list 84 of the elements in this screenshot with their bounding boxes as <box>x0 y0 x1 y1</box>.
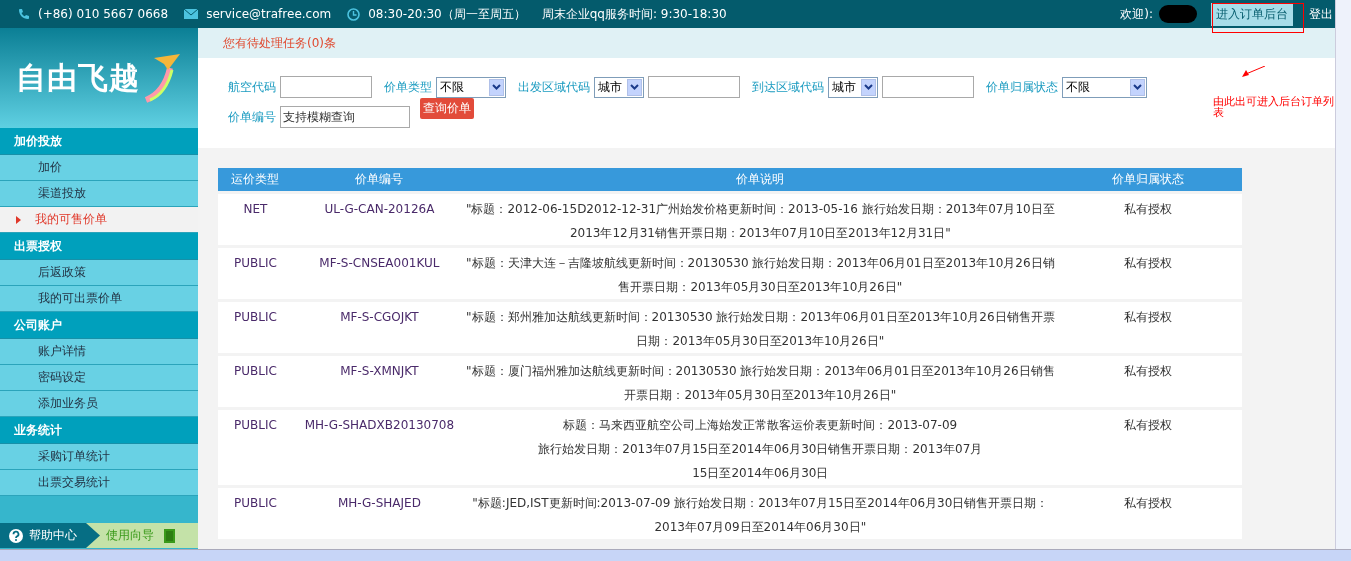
menu-item[interactable]: 我的可出票价单 <box>0 286 198 312</box>
input-field[interactable]: 支持模糊查询 <box>280 106 410 128</box>
table-cell: UL-G-CAN-20126A <box>324 202 435 216</box>
column-header: 运价类型 <box>218 168 293 191</box>
phone-icon <box>18 8 30 20</box>
menu-item[interactable]: 后返政策 <box>0 260 198 286</box>
table-cell: PUBLIC <box>234 418 277 432</box>
search-button[interactable]: 查询价单 <box>420 98 474 119</box>
table-cell: 私有授权 <box>1124 256 1173 270</box>
logo-text: 自由飞越 <box>16 58 140 97</box>
column-header: 价单归属状态 <box>1054 168 1242 191</box>
description-line: 15日至2014年06月30日 <box>691 465 830 482</box>
table-cell: PUBLIC <box>234 364 277 378</box>
table-cell: PUBLIC <box>234 256 277 270</box>
description-line: "标题：天津大连－吉隆坡航线更新时间：20130530 旅行始发日期：2013年06月01日至2013年10月26日销 <box>465 255 1055 272</box>
table-cell: 私有授权 <box>1124 364 1173 378</box>
filter-label: 价单归属状态 <box>986 78 1058 96</box>
help-icon <box>9 528 23 543</box>
table-cell: MH-G-SHADXB20130708 <box>304 418 455 432</box>
table-cell: PUBLIC <box>234 496 277 510</box>
menu-item[interactable]: 账户详情 <box>0 339 198 365</box>
envelope-icon <box>184 9 199 19</box>
description-line: 2013年12月31销售开票日期：2013年07月10日至2013年12月31日" <box>568 225 952 242</box>
phone-number: (+86) 010 5667 0668 <box>38 7 169 21</box>
input-field[interactable] <box>882 76 974 98</box>
dropdown[interactable]: 城市 <box>828 76 878 98</box>
table-cell: NET <box>243 202 268 216</box>
menu-item[interactable]: 密码设定 <box>0 365 198 391</box>
table-cell: MF-S-CNSEA001KUL <box>319 256 440 270</box>
menu-item[interactable]: 出票交易统计 <box>0 470 198 496</box>
annotation-arrow <box>1240 66 1268 78</box>
annotation-text: 由此出可进入后台订单列表 <box>1213 96 1334 118</box>
chevron-down-icon <box>864 84 873 90</box>
help-center-link[interactable]: 帮助中心 <box>0 523 100 548</box>
pending-tasks-notice: 您有待处理任务(0)条 <box>223 34 336 52</box>
filter-label: 价单编号 <box>228 108 276 126</box>
description-line: "标题:JED,IST更新时间:2013-07-09 旅行始发日期：2013年07月15日至2014年06月30日销售开票日期： <box>471 495 1050 512</box>
filter-label: 出发区域代码 <box>518 78 590 96</box>
column-header: 价单说明 <box>465 168 1055 191</box>
email-address: service@trafree.com <box>206 7 332 21</box>
description-line: "标题：厦门福州雅加达航线更新时间：20130530 旅行始发日期：2013年06月01日至2013年10月26日销售 <box>465 363 1055 380</box>
menu-item[interactable]: 添加业务员 <box>0 391 198 417</box>
table-cell: MF-S-CGOJKT <box>340 310 419 324</box>
menu-item[interactable]: 采购订单统计 <box>0 444 198 470</box>
description-line: 开票日期：2013年05月30日至2013年10月26日" <box>623 387 898 404</box>
book-icon <box>164 528 175 543</box>
table-cell: 私有授权 <box>1124 496 1173 510</box>
table-cell: MF-S-XMNJKT <box>340 364 419 378</box>
table-cell: 私有授权 <box>1124 418 1173 432</box>
description-line: 售开票日期：2013年05月30日至2013年10月26日" <box>617 279 904 296</box>
input-field[interactable] <box>280 76 372 98</box>
redaction-mark <box>1159 5 1197 23</box>
backend-button[interactable]: 进入订单后台 <box>1211 2 1293 26</box>
chevron-down-icon <box>492 84 501 90</box>
menu-item[interactable]: 我的可售价单 <box>0 207 198 233</box>
input-field[interactable] <box>648 76 740 98</box>
filter-label: 到达区域代码 <box>752 78 824 96</box>
filter-label: 航空代码 <box>228 78 276 96</box>
description-line: 2013年07月09日至2014年06月30日" <box>653 519 868 536</box>
menu-item[interactable]: 渠道投放 <box>0 181 198 207</box>
logout-link[interactable]: 登出 <box>1309 5 1333 23</box>
menu-item[interactable]: 加价 <box>0 155 198 181</box>
column-header: 价单编号 <box>292 168 466 191</box>
description-line: 日期：2013年05月30日至2013年10月26日" <box>635 333 886 350</box>
paper-plane-drawing <box>142 52 182 104</box>
dropdown[interactable]: 不限 <box>436 76 506 98</box>
filter-label: 价单类型 <box>384 78 432 96</box>
dropdown[interactable]: 城市 <box>594 76 644 98</box>
table-cell: MH-G-SHAJED <box>337 496 421 510</box>
table-cell: 私有授权 <box>1124 310 1173 324</box>
table-cell: PUBLIC <box>234 310 277 324</box>
dropdown[interactable]: 不限 <box>1062 76 1147 98</box>
chevron-down-icon <box>630 84 639 90</box>
description-line: 旅行始发日期：2013年07月15日至2014年06月30日销售开票日期：2013年07月 <box>537 441 984 458</box>
weekend-hours: 周末企业qq服务时间: 9:30-18:30 <box>541 5 727 23</box>
welcome-text: 欢迎): <box>1120 5 1153 23</box>
table-cell: 私有授权 <box>1124 202 1173 216</box>
chevron-down-icon <box>1133 84 1142 90</box>
description-line: "标题：郑州雅加达航线更新时间：20130530 旅行始发日期：2013年06月01日至2013年10月26日销售开票 <box>465 309 1055 326</box>
description-line: 标题：马来西亚航空公司上海始发正常散客运价表更新时间：2013-07-09 <box>562 417 959 434</box>
triangle-icon <box>16 215 21 224</box>
clock-icon <box>347 7 361 21</box>
description-line: "标题：2012-06-15D2012-12-31广州始发价格更新时间：2013-05-16 旅行始发日期：2013年07月10日至 <box>465 201 1055 218</box>
service-hours: 08:30-20:30（周一至周五） <box>368 5 526 23</box>
